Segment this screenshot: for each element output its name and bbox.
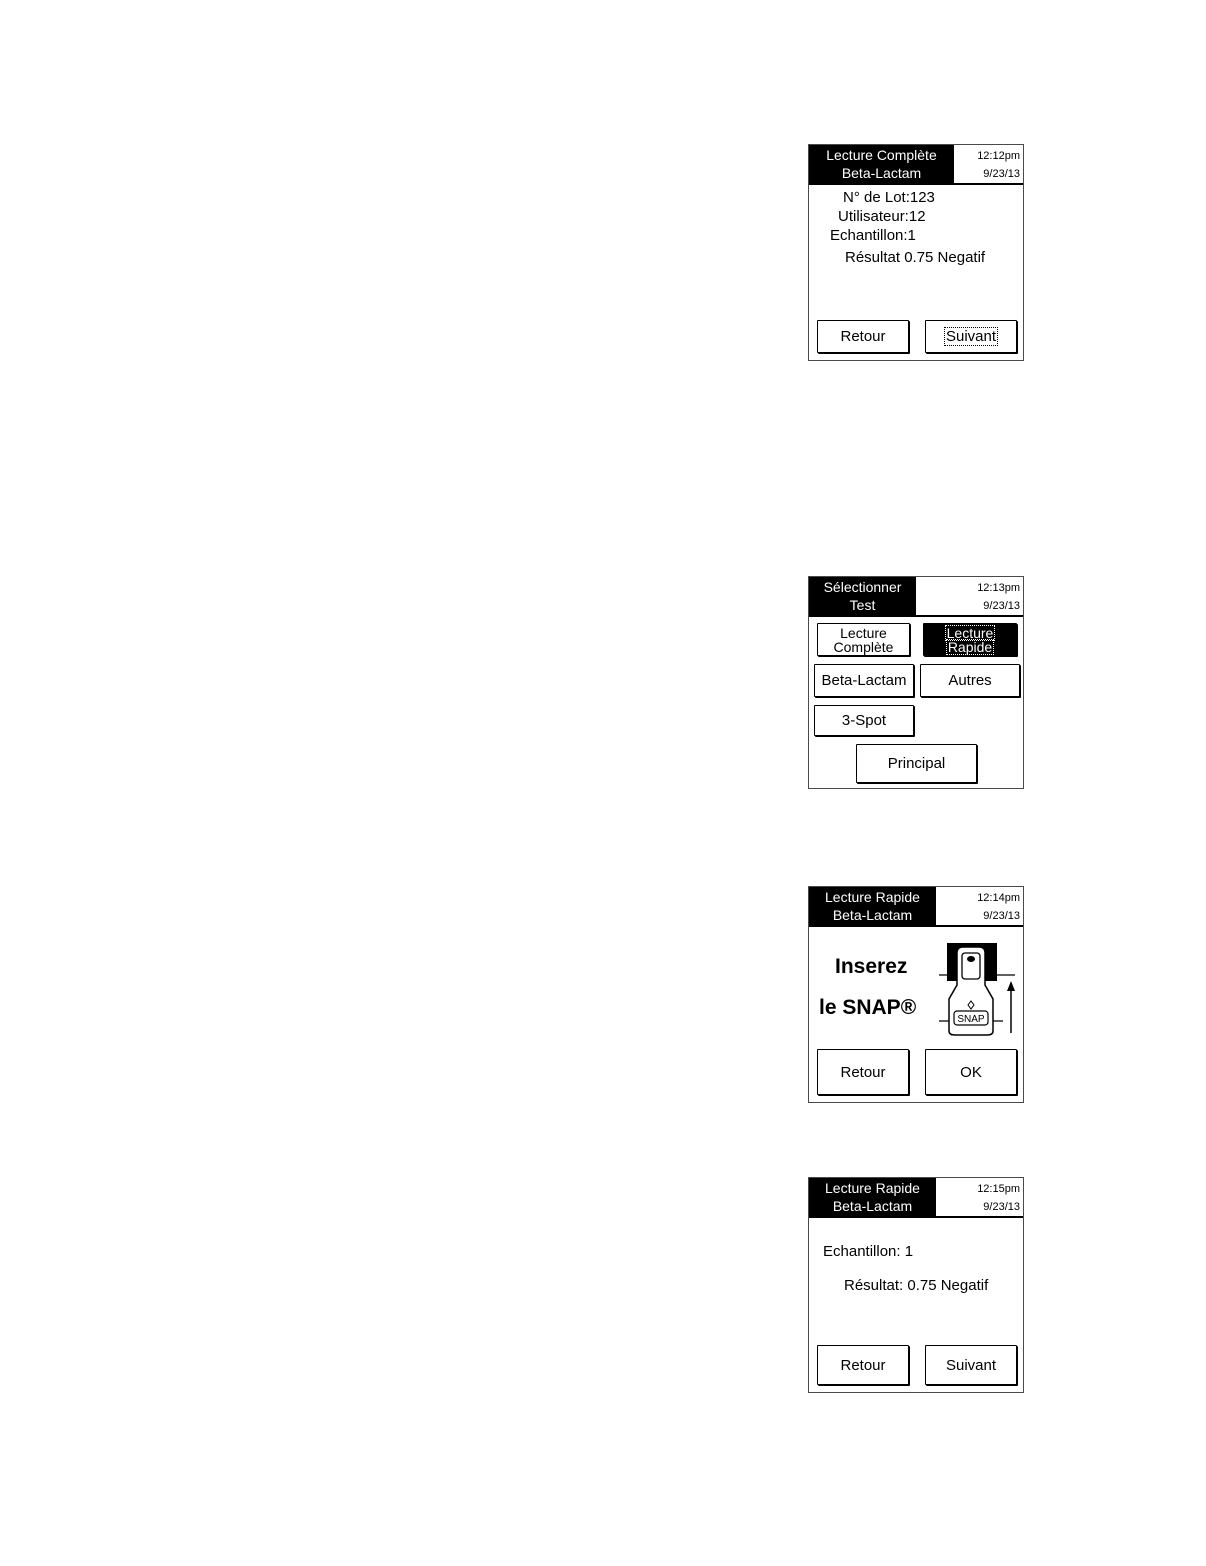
next-button-label: Suivant: [943, 327, 999, 346]
result-text: Résultat 0.75 Negatif: [845, 249, 986, 266]
header-title-line1: Lecture Rapide: [825, 1180, 920, 1196]
others-label: Autres: [948, 672, 992, 689]
header-bar: Lecture Rapide Beta-Lactam 12:15pm 9/23/…: [809, 1178, 1023, 1218]
screen-select-test: Sélectionner Test 12:13pm 9/23/13 Lectur…: [808, 576, 1024, 789]
main-menu-button[interactable]: Principal: [856, 744, 977, 783]
header-bar: Sélectionner Test 12:13pm 9/23/13: [809, 577, 1023, 617]
back-button[interactable]: Retour: [817, 320, 909, 353]
back-button-label: Retour: [840, 1063, 886, 1081]
full-read-label-line1: Lecture: [840, 624, 887, 641]
snap-logo-text: SNAP: [957, 1014, 985, 1025]
header-clock: 12:12pm 9/23/13: [977, 147, 1020, 183]
header-title: Lecture Complète Beta-Lactam: [809, 145, 954, 183]
header-title: Sélectionner Test: [809, 577, 916, 615]
time-label: 12:13pm: [977, 582, 1020, 594]
user-text: Utilisateur:12: [838, 208, 926, 225]
three-spot-button[interactable]: 3-Spot: [814, 705, 914, 736]
screen-full-read-result: Lecture Complète Beta-Lactam 12:12pm 9/2…: [808, 144, 1024, 361]
date-label: 9/23/13: [983, 910, 1020, 922]
quick-read-button[interactable]: Lecture Rapide: [923, 623, 1017, 656]
next-button-label: Suivant: [945, 1356, 997, 1374]
full-read-button[interactable]: Lecture Complète: [817, 623, 910, 656]
header-title-line2: Beta-Lactam: [832, 907, 913, 923]
main-menu-label: Principal: [887, 755, 946, 772]
quick-read-label-line2: Rapide: [945, 638, 995, 655]
full-read-label-line2: Complète: [833, 638, 894, 655]
header-title-line2: Test: [849, 597, 876, 613]
beta-lactam-label: Beta-Lactam: [821, 672, 907, 689]
insert-instruction-line2: le SNAP®: [819, 996, 917, 1019]
insert-instruction-line1: Inserez: [835, 955, 908, 978]
time-label: 12:12pm: [977, 150, 1020, 162]
result-text: Résultat: 0.75 Negatif: [844, 1277, 989, 1294]
back-button-label: Retour: [840, 328, 886, 345]
screen-quick-read-result: Lecture Rapide Beta-Lactam 12:15pm 9/23/…: [808, 1177, 1024, 1393]
screen-insert-snap: Lecture Rapide Beta-Lactam 12:14pm 9/23/…: [808, 886, 1024, 1103]
ok-button[interactable]: OK: [925, 1049, 1017, 1095]
back-button[interactable]: Retour: [817, 1345, 909, 1385]
lot-number-text: N° de Lot:123: [843, 189, 935, 206]
sample-text: Echantillon:1: [830, 227, 916, 244]
header-clock: 12:15pm 9/23/13: [977, 1180, 1020, 1216]
three-spot-label: 3-Spot: [841, 712, 887, 729]
header-clock: 12:14pm 9/23/13: [977, 889, 1020, 925]
others-button[interactable]: Autres: [920, 664, 1020, 697]
date-label: 9/23/13: [983, 1201, 1020, 1213]
header-title-line1: Sélectionner: [823, 579, 902, 595]
header-title: Lecture Rapide Beta-Lactam: [809, 1178, 936, 1216]
time-label: 12:14pm: [977, 892, 1020, 904]
back-button[interactable]: Retour: [817, 1049, 909, 1095]
header-title-line2: Beta-Lactam: [832, 1198, 913, 1214]
header-title-line1: Lecture Complète: [826, 147, 937, 163]
header-bar: Lecture Rapide Beta-Lactam 12:14pm 9/23/…: [809, 887, 1023, 927]
date-label: 9/23/13: [983, 168, 1020, 180]
next-button[interactable]: Suivant: [925, 320, 1017, 353]
quick-read-label-line1: Lecture: [944, 624, 996, 641]
next-button[interactable]: Suivant: [925, 1345, 1017, 1385]
header-clock: 12:13pm 9/23/13: [977, 579, 1020, 615]
sample-text: Echantillon: 1: [823, 1243, 914, 1260]
header-title: Lecture Rapide Beta-Lactam: [809, 887, 936, 925]
date-label: 9/23/13: [983, 600, 1020, 612]
time-label: 12:15pm: [977, 1183, 1020, 1195]
ok-button-label: OK: [960, 1063, 982, 1081]
beta-lactam-button[interactable]: Beta-Lactam: [814, 664, 914, 697]
back-button-label: Retour: [840, 1356, 886, 1374]
header-bar: Lecture Complète Beta-Lactam 12:12pm 9/2…: [809, 145, 1023, 185]
snap-insertion-icon: SNAP: [939, 943, 1015, 1036]
header-title-line1: Lecture Rapide: [825, 889, 920, 905]
header-title-line2: Beta-Lactam: [841, 165, 922, 181]
